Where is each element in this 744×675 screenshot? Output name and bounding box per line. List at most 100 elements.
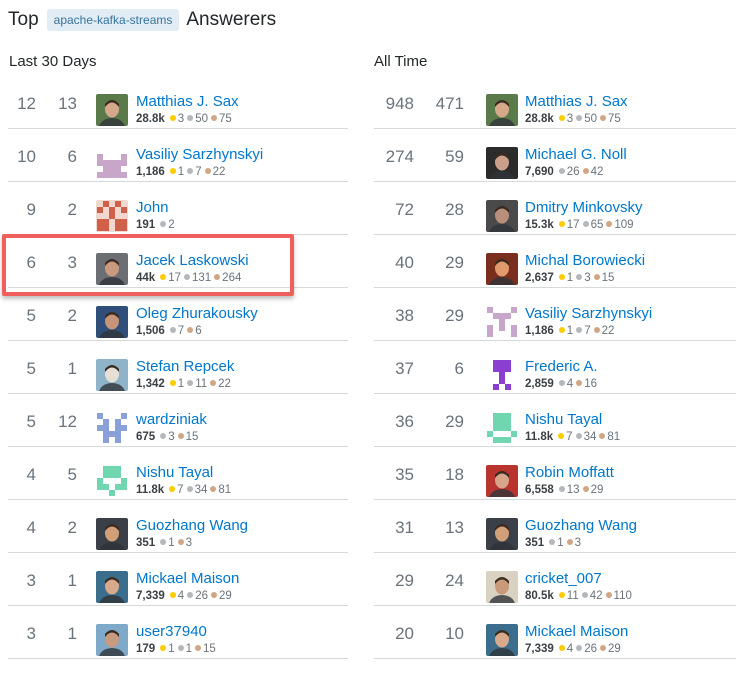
user-name-link[interactable]: John <box>136 199 169 216</box>
silver-badge: 7 <box>169 325 184 337</box>
silver-badge-count: 1 <box>557 537 564 549</box>
reputation: 7,339 <box>525 643 554 655</box>
avatar[interactable] <box>486 624 518 656</box>
answer-count: 2 <box>67 306 77 325</box>
gold-badge-count: 11 <box>566 590 579 602</box>
tag-link[interactable]: apache-kafka-streams <box>46 9 180 31</box>
avatar[interactable] <box>486 412 518 444</box>
silver-badge-icon <box>558 486 565 492</box>
gold-badge-icon <box>558 592 565 598</box>
bronze-badge: 75 <box>210 113 232 125</box>
user-stats: 1,506 7 6 <box>136 325 202 337</box>
reputation: 11.8k <box>525 431 554 443</box>
user-name-link[interactable]: Stefan Repcek <box>136 358 234 375</box>
user-name-link[interactable]: Matthias J. Sax <box>136 93 239 110</box>
avatar[interactable] <box>486 200 518 232</box>
user-name-link[interactable]: Oleg Zhurakousky <box>136 305 258 322</box>
avatar[interactable] <box>486 518 518 550</box>
avatar[interactable] <box>96 412 128 444</box>
user-name-link[interactable]: Vasiliy Sarzhynskyi <box>136 146 263 163</box>
silver-badge: 1 <box>160 537 175 549</box>
table-row: 948 471 Matthias J. Sax 28.8k 3 50 75 <box>374 76 736 129</box>
gold-badge: 1 <box>169 378 184 390</box>
avatar[interactable] <box>486 147 518 179</box>
reputation: 15.3k <box>525 219 554 231</box>
bronze-badge-icon <box>177 433 184 439</box>
bronze-badge-count: 42 <box>590 166 604 178</box>
avatar[interactable] <box>96 94 128 126</box>
table-row: 12 13 Matthias J. Sax 28.8k 3 50 75 <box>8 76 348 129</box>
avatar[interactable] <box>96 200 128 232</box>
avatar[interactable] <box>96 518 128 550</box>
bronze-badge-icon <box>210 115 217 121</box>
avatar-image <box>486 518 518 550</box>
reputation: 179 <box>136 643 156 655</box>
avatar[interactable] <box>486 94 518 126</box>
bronze-badge-icon <box>599 645 606 651</box>
avatar[interactable] <box>96 465 128 497</box>
user-name-link[interactable]: Matthias J. Sax <box>525 93 628 110</box>
answer-count: 6 <box>67 147 77 166</box>
answer-count: 24 <box>445 571 464 590</box>
avatar[interactable] <box>96 571 128 603</box>
user-name-link[interactable]: wardziniak <box>136 411 207 428</box>
table-row: 31 13 Guozhang Wang 351 1 3 <box>374 500 736 553</box>
reputation: 351 <box>136 537 156 549</box>
avatar[interactable] <box>96 147 128 179</box>
silver-badge-count: 2 <box>168 219 175 231</box>
bronze-badge-icon <box>566 539 573 545</box>
user-name-link[interactable]: Mickael Maison <box>525 623 628 640</box>
user-name-link[interactable]: Michal Borowiecki <box>525 252 645 269</box>
page-header: Top apache-kafka-streams Answerers <box>8 7 276 33</box>
silver-badge: 1 <box>549 537 564 549</box>
avatar[interactable] <box>96 624 128 656</box>
answer-count: 29 <box>445 253 464 272</box>
silver-badge-count: 50 <box>195 113 208 125</box>
gold-badge: 1 <box>160 643 175 655</box>
avatar[interactable] <box>486 359 518 391</box>
gold-badge-count: 3 <box>177 113 185 125</box>
user-name-link[interactable]: Nishu Tayal <box>136 464 213 481</box>
avatar-image <box>486 465 518 497</box>
table-row: 9 2 John 191 2 <box>8 182 348 235</box>
avatar[interactable] <box>486 306 518 338</box>
reputation: 1,186 <box>525 325 554 337</box>
table-row: 10 6 Vasiliy Sarzhynskyi 1,186 1 7 22 <box>8 129 348 182</box>
user-name-link[interactable]: Frederic A. <box>525 358 598 375</box>
avatar[interactable] <box>486 465 518 497</box>
reputation: 1,506 <box>136 325 165 337</box>
answer-score: 12 <box>17 94 36 113</box>
answer-count: 13 <box>445 518 464 537</box>
user-name-link[interactable]: Nishu Tayal <box>525 411 602 428</box>
answer-score: 36 <box>395 412 414 431</box>
silver-badge-icon <box>169 327 176 333</box>
avatar[interactable] <box>96 306 128 338</box>
user-name-link[interactable]: Robin Moffatt <box>525 464 614 481</box>
user-name-link[interactable]: Michael G. Noll <box>525 146 627 163</box>
bronze-badge-icon <box>605 592 612 598</box>
gold-badge: 7 <box>169 484 184 496</box>
avatar[interactable] <box>486 253 518 285</box>
user-name-link[interactable]: cricket_007 <box>525 570 602 587</box>
silver-badge-icon <box>160 539 167 545</box>
bronze-badge: 15 <box>195 643 216 655</box>
user-name-link[interactable]: Dmitry Minkovsky <box>525 199 643 216</box>
user-name-link[interactable]: user37940 <box>136 623 207 640</box>
avatar[interactable] <box>486 571 518 603</box>
silver-badge-count: 26 <box>566 166 580 178</box>
user-name-link[interactable]: Guozhang Wang <box>136 517 248 534</box>
bronze-badge: 22 <box>210 378 231 390</box>
answer-score: 274 <box>385 147 414 166</box>
user-name-link[interactable]: Mickael Maison <box>136 570 239 587</box>
bronze-badge-count: 75 <box>218 113 232 125</box>
user-stats: 675 3 15 <box>136 431 198 443</box>
user-name-link[interactable]: Guozhang Wang <box>525 517 637 534</box>
gold-badge: 4 <box>558 643 573 655</box>
silver-badge-icon <box>187 115 194 121</box>
user-name-link[interactable]: Vasiliy Sarzhynskyi <box>525 305 652 322</box>
silver-badge: 3 <box>576 272 591 284</box>
silver-badge: 7 <box>576 325 591 337</box>
gold-badge: 11 <box>558 590 579 602</box>
avatar[interactable] <box>96 359 128 391</box>
silver-badge-count: 3 <box>168 431 175 443</box>
